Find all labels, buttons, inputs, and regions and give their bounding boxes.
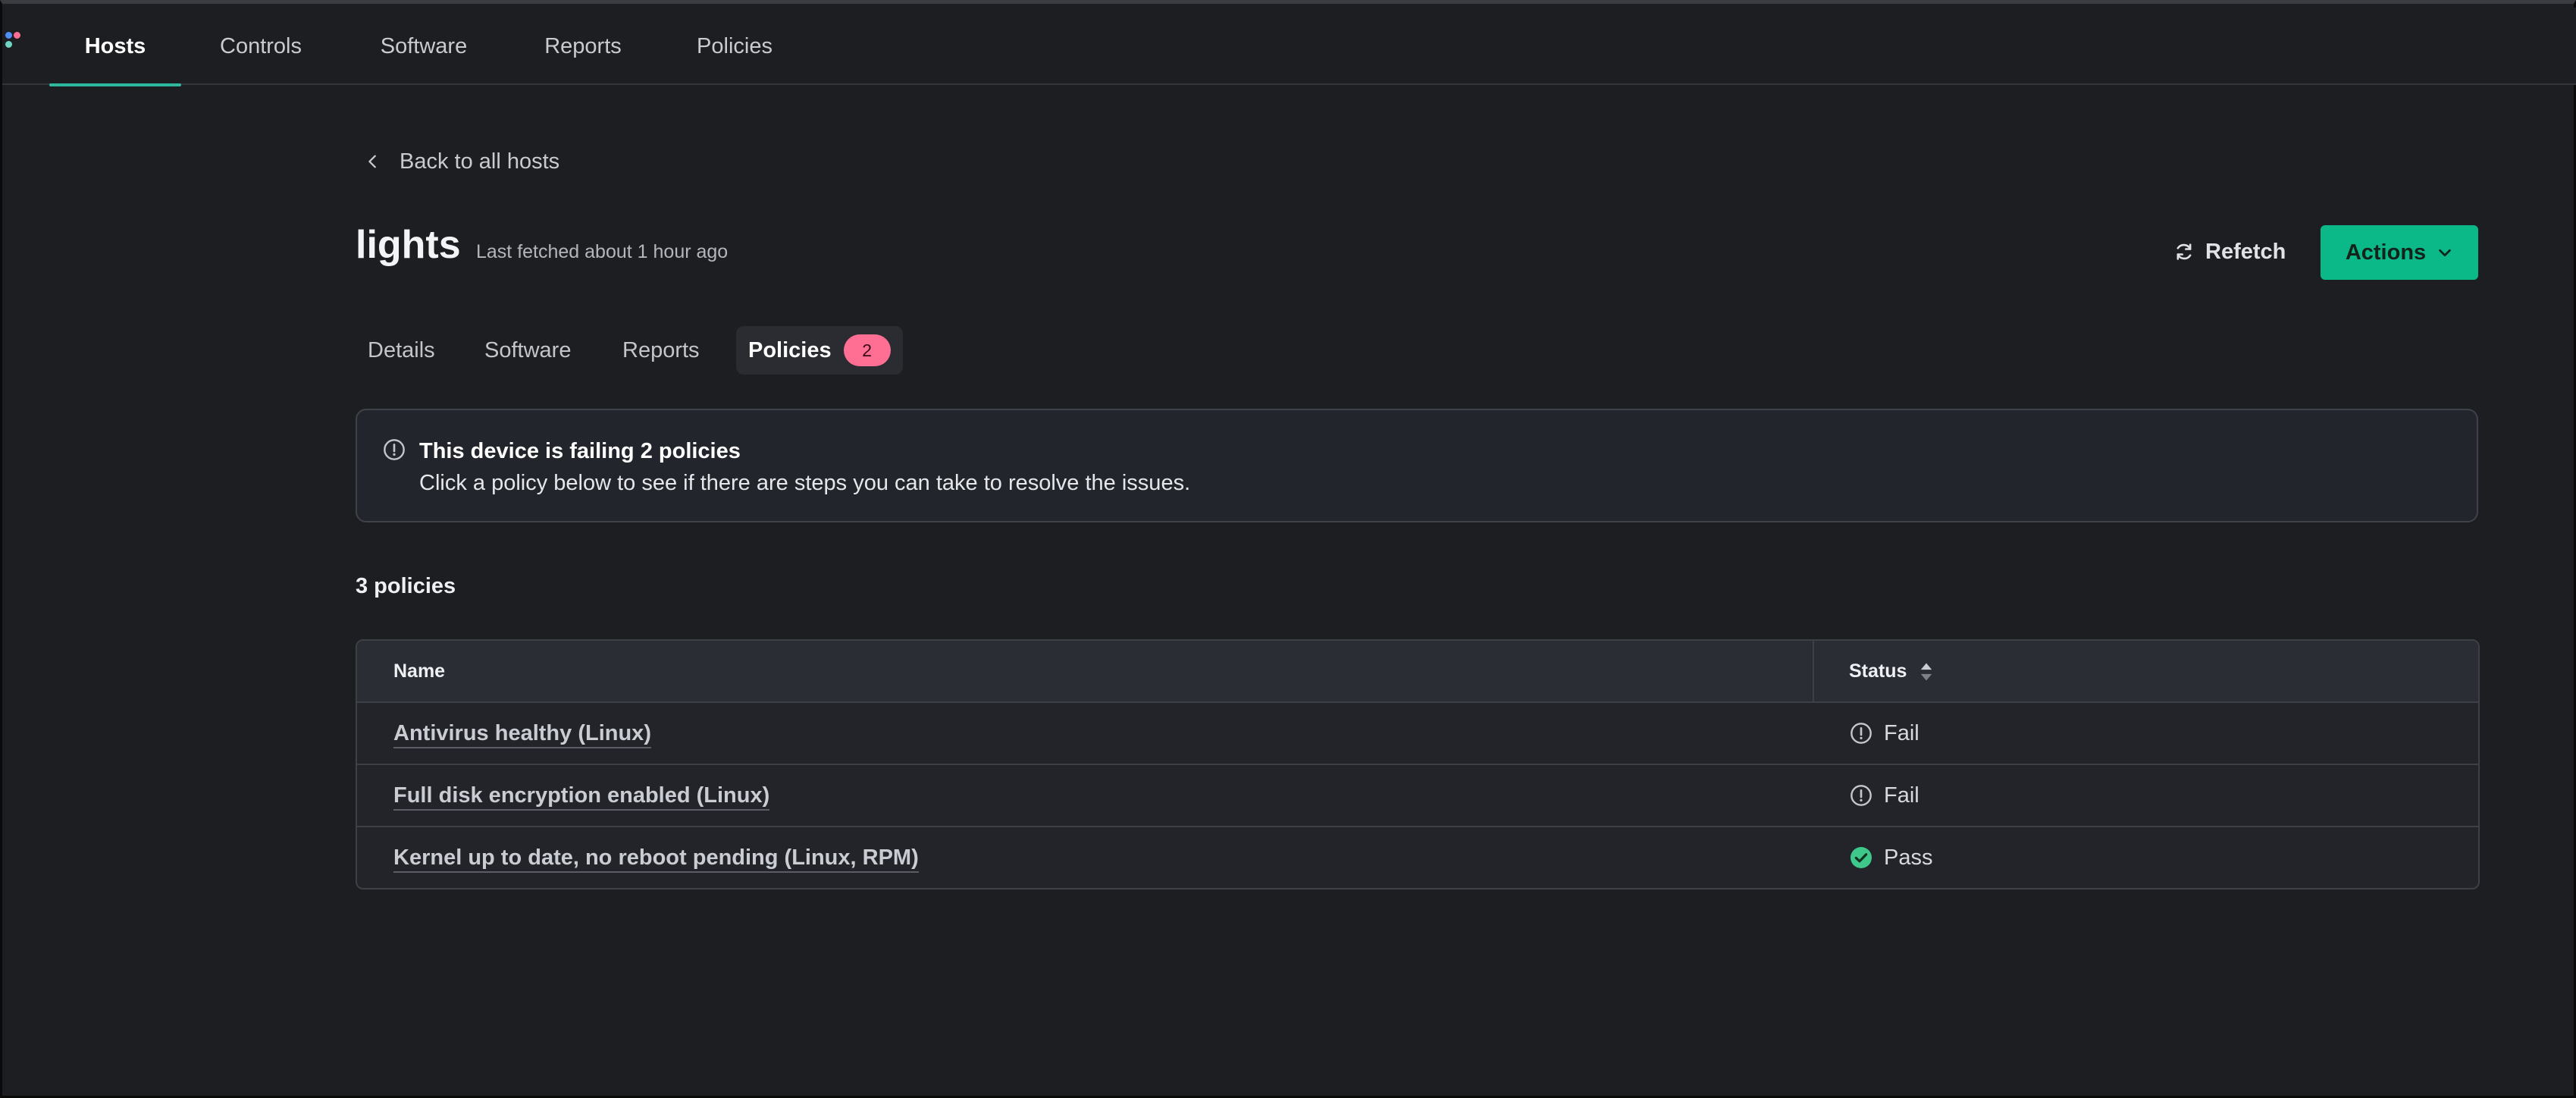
tab-policies[interactable]: Policies 2 — [736, 326, 903, 375]
tab-details[interactable]: Details — [368, 326, 435, 375]
back-to-hosts-link[interactable]: Back to all hosts — [365, 145, 559, 178]
status-label: Pass — [1884, 845, 1933, 870]
tab-policies-label: Policies — [748, 338, 832, 362]
nav-item-hosts[interactable]: Hosts — [49, 8, 181, 86]
refetch-button[interactable]: Refetch — [2173, 235, 2286, 268]
status-label: Fail — [1884, 783, 1919, 808]
failing-count-badge: 2 — [843, 334, 891, 366]
exclamation-circle-icon — [1851, 723, 1872, 744]
host-name: lights — [356, 223, 461, 267]
actions-dropdown-button[interactable]: Actions — [2321, 225, 2478, 280]
policy-status: Pass — [1849, 827, 1932, 888]
policy-status: Fail — [1849, 703, 1919, 764]
chevron-down-icon — [2439, 249, 2451, 257]
exclamation-circle-icon — [1851, 785, 1872, 806]
column-header-status-label: Status — [1849, 660, 1907, 682]
policy-name-link[interactable]: Full disk encryption enabled (Linux) — [393, 765, 770, 826]
back-link-label: Back to all hosts — [400, 149, 560, 174]
alert-title: This device is failing 2 policies — [419, 439, 741, 463]
tab-software[interactable]: Software — [484, 326, 571, 375]
last-fetched-text: Last fetched about 1 hour ago — [476, 241, 729, 262]
top-navigation: Hosts Controls Software Reports Policies — [2, 8, 2576, 86]
exclamation-circle-icon — [384, 439, 405, 460]
column-header-name[interactable]: Name — [393, 641, 445, 701]
sort-icon[interactable] — [1919, 662, 1933, 682]
alert-message: Click a policy below to see if there are… — [419, 471, 1191, 495]
failing-policies-alert: This device is failing 2 policies Click … — [356, 409, 2478, 522]
policy-name-link[interactable]: Antivirus healthy (Linux) — [393, 703, 651, 764]
check-circle-icon — [1851, 847, 1872, 868]
app-window: Hosts Controls Software Reports Policies… — [0, 0, 2576, 1098]
policies-count: 3 policies — [356, 574, 456, 598]
fleet-logo-icon[interactable] — [4, 30, 24, 56]
table-header: Name Status — [357, 641, 2478, 703]
actions-label: Actions — [2345, 240, 2427, 265]
column-header-status[interactable]: Status — [1849, 641, 1933, 701]
nav-item-reports[interactable]: Reports — [530, 8, 636, 85]
policy-name-link[interactable]: Kernel up to date, no reboot pending (Li… — [393, 827, 919, 888]
chevron-left-icon — [368, 155, 376, 168]
refetch-label: Refetch — [2205, 239, 2286, 264]
policies-table: Name Status Antivirus healthy (Linux) Fa… — [356, 639, 2480, 889]
status-label: Fail — [1884, 720, 1919, 745]
table-row[interactable]: Antivirus healthy (Linux) Fail — [357, 703, 2478, 765]
refresh-icon — [2176, 243, 2192, 260]
tab-reports[interactable]: Reports — [622, 326, 700, 375]
column-divider — [1813, 641, 1814, 703]
table-row[interactable]: Full disk encryption enabled (Linux) Fai… — [357, 765, 2478, 827]
nav-item-policies[interactable]: Policies — [682, 8, 788, 85]
table-row[interactable]: Kernel up to date, no reboot pending (Li… — [357, 827, 2478, 888]
nav-item-controls[interactable]: Controls — [204, 8, 318, 85]
policy-status: Fail — [1849, 765, 1919, 826]
nav-item-software[interactable]: Software — [363, 8, 484, 85]
